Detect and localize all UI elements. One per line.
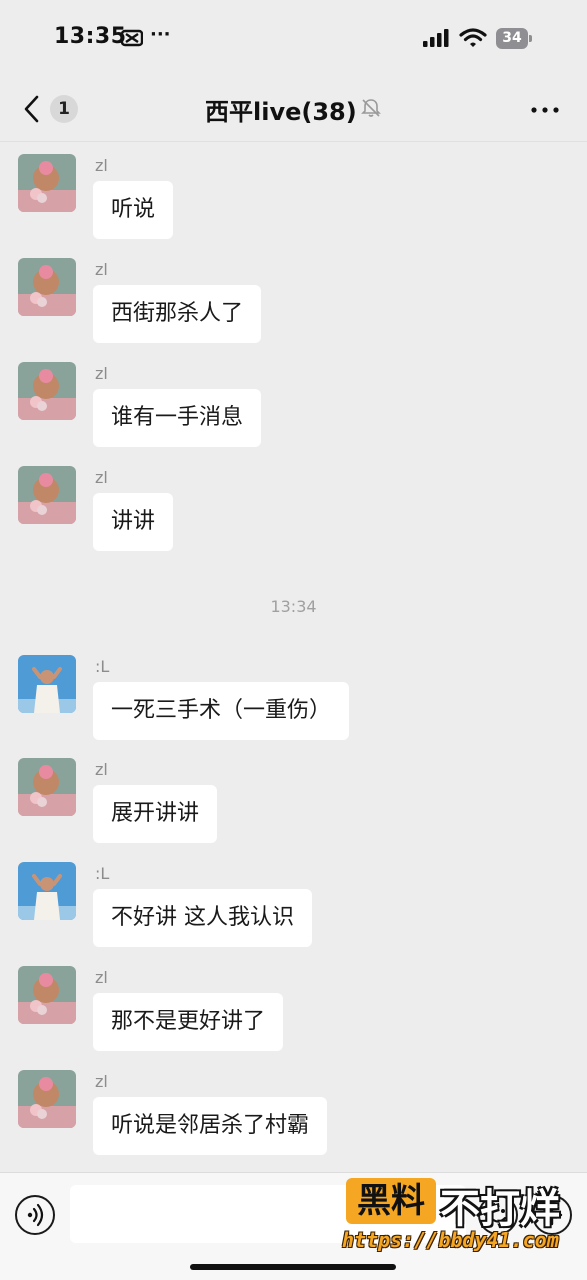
time-divider: 13:34 — [270, 597, 317, 616]
sender-name: zl — [95, 1072, 108, 1091]
sender-name: zl — [95, 468, 108, 487]
watermark-badge: 黑料 — [346, 1178, 436, 1224]
mute-bell-icon — [361, 99, 381, 117]
sender-name: zl — [95, 156, 108, 175]
message-bubble[interactable]: 讲讲 — [93, 493, 174, 551]
watermark-text: 不打烊 — [440, 1186, 560, 1232]
unread-count-badge: 1 — [50, 95, 78, 123]
sender-name: :L — [95, 657, 110, 676]
battery-tip — [529, 35, 532, 42]
wifi-icon — [459, 28, 487, 47]
voice-input-button[interactable] — [15, 1195, 55, 1235]
status-time: 13:35 — [54, 24, 127, 49]
message-list[interactable]: zl 听说 zl 西街那杀人了 zl 谁有一手消息 zl 讲讲 13:34:L… — [0, 142, 587, 1172]
status-dots: ··· — [150, 24, 171, 45]
message-bubble[interactable]: 听说是邻居杀了村霸 — [93, 1097, 328, 1155]
message-bubble[interactable]: 一死三手术（一重伤） — [93, 682, 350, 740]
voice-icon — [27, 1203, 44, 1227]
watermark: 黑料 不打烊 https://bbdy41.com — [340, 1176, 572, 1266]
home-indicator — [190, 1264, 396, 1270]
signal-icon — [423, 29, 449, 47]
sender-name: :L — [95, 864, 110, 883]
status-bar: 13:35 ··· 34 — [0, 0, 587, 78]
chat-header: 1 西平live(38) — [0, 78, 587, 142]
message-bubble[interactable]: 展开讲讲 — [93, 785, 218, 843]
monkey-king-avatar[interactable] — [18, 966, 76, 1024]
sender-name: zl — [95, 968, 108, 987]
chevron-left-icon — [24, 95, 39, 123]
sender-name: zl — [95, 760, 108, 779]
message-bubble[interactable]: 听说 — [93, 181, 174, 239]
monkey-king-avatar[interactable] — [18, 1070, 76, 1128]
more-options-icon[interactable] — [528, 96, 562, 124]
battery-level: 34 — [496, 28, 528, 49]
watermark-url: https://bbdy41.com — [342, 1228, 559, 1252]
back-button[interactable]: 1 — [18, 92, 80, 126]
monkey-king-avatar[interactable] — [18, 362, 76, 420]
monkey-king-avatar[interactable] — [18, 466, 76, 524]
message-bubble[interactable]: 不好讲 这人我认识 — [93, 889, 312, 947]
monkey-king-avatar[interactable] — [18, 758, 76, 816]
battery-icon: 34 — [496, 28, 532, 50]
sender-name: zl — [95, 364, 108, 383]
message-bubble[interactable]: 西街那杀人了 — [93, 285, 262, 343]
chat-title: 西平live(38) — [205, 98, 357, 126]
man-sky-avatar[interactable] — [18, 655, 76, 713]
message-bubble[interactable]: 谁有一手消息 — [93, 389, 262, 447]
sender-name: zl — [95, 260, 108, 279]
monkey-king-avatar[interactable] — [18, 258, 76, 316]
man-sky-avatar[interactable] — [18, 862, 76, 920]
message-bubble[interactable]: 那不是更好讲了 — [93, 993, 284, 1051]
monkey-king-avatar[interactable] — [18, 154, 76, 212]
capcut-icon — [121, 29, 143, 47]
